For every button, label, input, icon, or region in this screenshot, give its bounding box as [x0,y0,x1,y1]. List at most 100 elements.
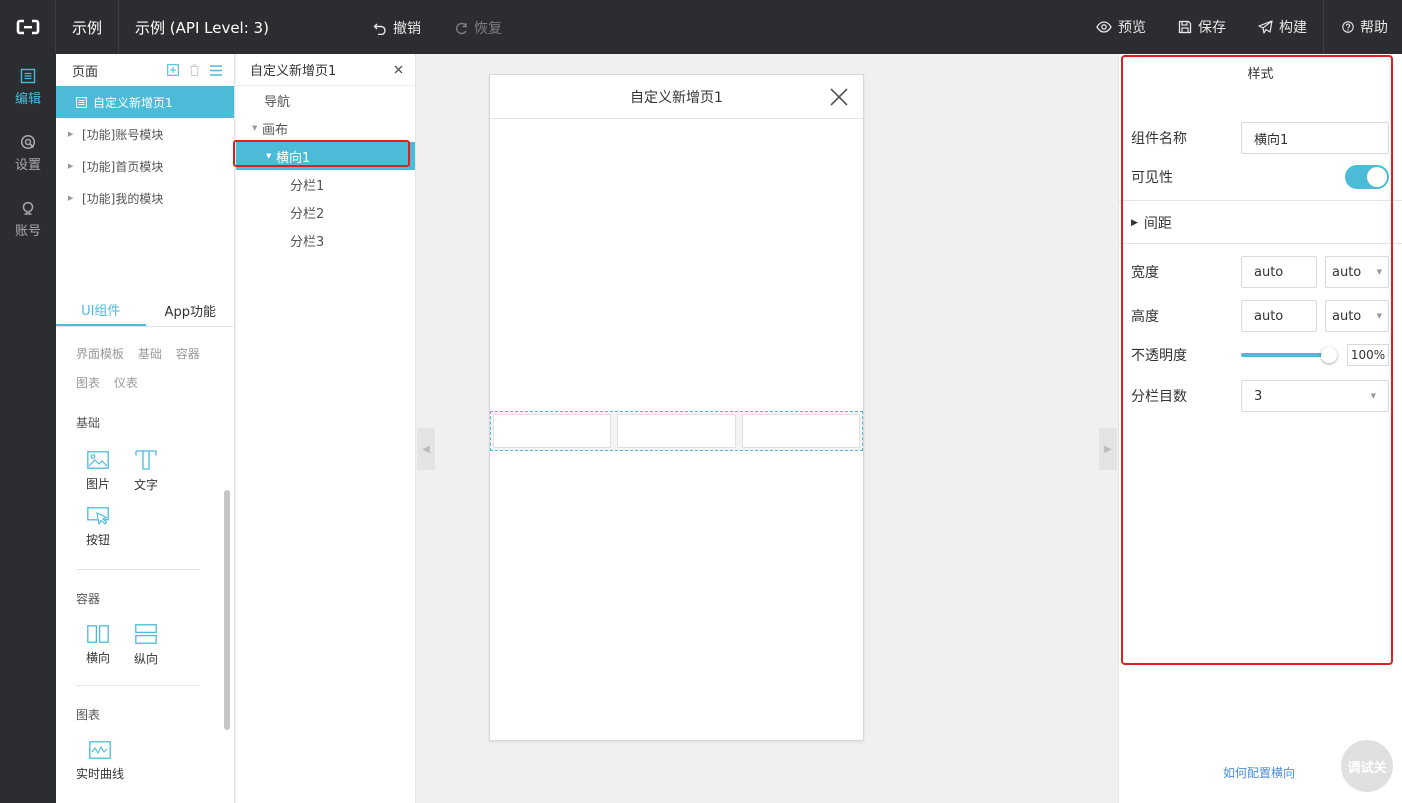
build-button[interactable]: 构建 [1242,0,1323,54]
width-input[interactable]: auto [1241,256,1317,288]
tree-node-column-2[interactable]: 分栏2 [236,198,415,226]
tree-node-navigation[interactable]: 导航 [236,86,415,114]
tree-node-column-3[interactable]: 分栏3 [236,226,415,254]
preview-button[interactable]: 预览 [1080,0,1162,54]
left-rail: 编辑 设置 账号 [0,54,56,803]
tab-app-functions[interactable]: App功能 [146,295,236,326]
column-3[interactable] [741,414,860,448]
filter-charts[interactable]: 图表 [76,376,100,390]
slider-thumb[interactable] [1321,347,1337,363]
tree-node-label: 导航 [264,94,291,110]
rail-item-edit[interactable]: 编辑 [0,54,56,120]
component-label: 实时曲线 [75,766,124,781]
rail-label-edit: 编辑 [14,91,41,107]
toggle-knob [1367,167,1387,187]
prop-row-columns: 分栏目数 3 ▼ [1131,380,1391,412]
debug-toggle-button[interactable]: 调试关 [1341,740,1393,792]
phone-title: 自定义新增页1 [630,89,723,106]
component-label: 横向 [85,650,110,665]
scrollbar-thumb[interactable] [224,490,230,730]
chevron-down-icon: ▼ [1376,268,1382,276]
add-page-icon[interactable] [167,64,179,76]
component-vertical[interactable]: 纵向 [122,617,170,673]
rail-item-settings[interactable]: 设置 [0,120,56,186]
undo-icon [373,23,386,35]
filter-gauges[interactable]: 仪表 [114,376,138,390]
height-input[interactable]: auto [1241,300,1317,332]
component-name-input[interactable]: 横向1 [1241,122,1389,154]
section-divider [76,685,200,686]
project-title: 示例 (API Level: 3) [135,18,269,37]
chevron-right-icon: ▶ [1104,443,1112,455]
spacing-section[interactable]: ▶ 间距 [1131,212,1391,234]
tree-node-label: 分栏1 [290,178,325,194]
collapse-left-handle[interactable]: ◀ [417,428,435,470]
tab-ui-components[interactable]: UI组件 [56,295,146,326]
caret-right-icon: ▶ [1131,218,1138,228]
page-item-home-module[interactable]: ▶ [功能]首页模块 [56,150,234,182]
help-icon [1342,21,1354,33]
prop-row-opacity: 不透明度 100% [1131,344,1391,366]
caret-right-icon: ▶ [68,162,74,170]
opacity-value[interactable]: 100% [1347,344,1389,366]
chevron-down-icon: ▼ [1376,312,1382,320]
app-name[interactable]: 示例 [56,0,120,54]
redo-button[interactable]: 恢复 [454,18,502,38]
tree-node-column-1[interactable]: 分栏1 [236,170,415,198]
tree-node-label: 分栏2 [290,206,325,222]
page-item-label: [功能]我的模块 [82,191,164,206]
component-filters: 界面模板 基础 容器 图表 仪表 [76,340,216,398]
list-icon[interactable] [210,64,222,76]
section-divider [76,569,200,570]
filter-container[interactable]: 容器 [176,347,200,361]
page-item-custom-1[interactable]: 自定义新增页1 [56,86,234,118]
column-2[interactable] [617,414,736,448]
horizontal-container[interactable] [490,411,863,451]
section-title-container: 容器 [76,592,101,606]
prop-row-name: 组件名称 横向1 [1131,122,1391,154]
divider [1119,243,1402,244]
component-horizontal[interactable]: 横向 [74,617,122,673]
columns-select[interactable]: 3 ▼ [1241,380,1389,412]
close-icon[interactable] [829,87,849,107]
save-icon [1178,20,1192,34]
chevron-down-icon: ▼ [1370,392,1376,400]
component-realtime-curve[interactable]: 实时曲线 [74,733,126,789]
component-scrollbar[interactable] [221,400,233,803]
rail-item-account[interactable]: 账号 [0,186,56,252]
rail-label-settings: 设置 [14,157,41,173]
width-label: 宽度 [1131,265,1159,281]
component-image[interactable]: 图片 [74,443,122,499]
image-icon [87,450,109,469]
chart-components: 实时曲线 [56,733,186,789]
component-text[interactable]: 文字 [122,443,170,499]
page-item-my-module[interactable]: ▶ [功能]我的模块 [56,182,234,214]
tree-node-label: 横向1 [276,150,311,166]
opacity-label: 不透明度 [1131,348,1187,364]
page-item-account-module[interactable]: ▶ [功能]账号模块 [56,118,234,150]
caret-down-icon: ▼ [252,124,258,132]
filter-basic[interactable]: 基础 [138,347,162,361]
logo[interactable] [0,0,56,54]
help-button[interactable]: 帮助 [1323,0,1402,54]
close-icon[interactable] [394,65,403,74]
undo-button[interactable]: 撤销 [373,18,421,38]
visibility-toggle[interactable] [1345,165,1389,189]
tree-node-label: 分栏3 [290,234,325,250]
tree-node-canvas[interactable]: ▼ 画布 [236,114,415,142]
collapse-right-handle[interactable]: ▶ [1099,428,1117,470]
opacity-slider[interactable] [1241,347,1337,363]
filter-templates[interactable]: 界面模板 [76,347,124,361]
account-icon [22,201,34,215]
width-unit-select[interactable]: auto ▼ [1325,256,1389,288]
style-panel: 样式 组件名称 横向1 可见性 ▶ 间距 宽度 auto auto ▼ 高度 a… [1118,54,1402,803]
component-tabs: UI组件 App功能 [56,295,235,327]
save-button[interactable]: 保存 [1162,0,1242,54]
height-unit-select[interactable]: auto ▼ [1325,300,1389,332]
tree-node-horizontal-1[interactable]: ▼ 横向1 [236,142,415,170]
help-link-horizontal[interactable]: 如何配置横向 [1223,764,1295,781]
page-item-label: [功能]首页模块 [82,159,164,174]
component-button[interactable]: 按钮 [74,499,122,555]
delete-page-icon[interactable] [189,64,200,76]
column-1[interactable] [493,414,612,448]
